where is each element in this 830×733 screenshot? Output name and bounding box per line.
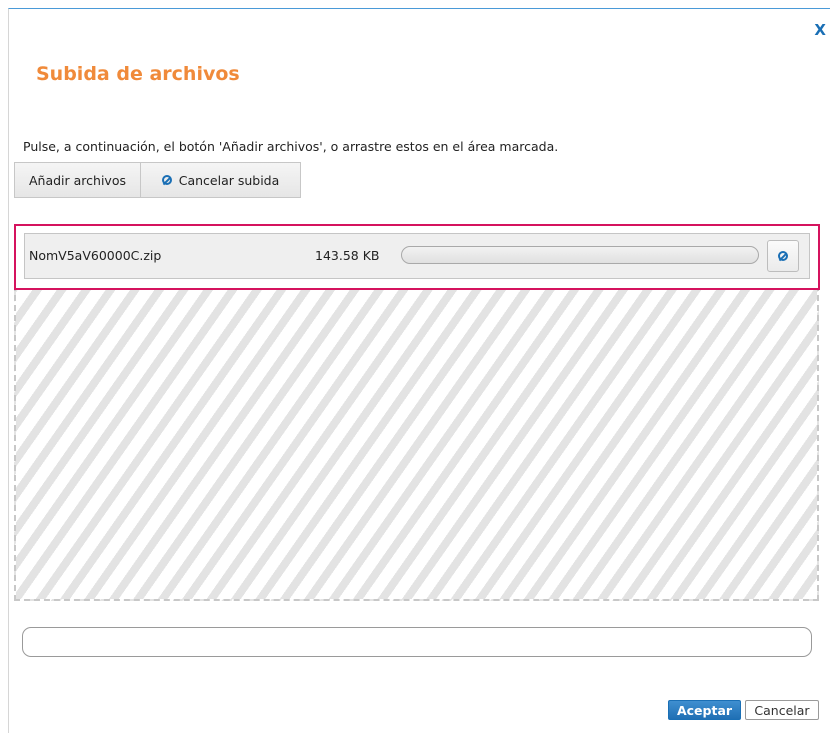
add-files-button[interactable]: Añadir archivos	[14, 162, 141, 198]
accept-button[interactable]: Aceptar	[668, 700, 741, 720]
accept-label: Aceptar	[676, 702, 733, 718]
file-list-highlight: NomV5aV60000C.zip 143.58 KB	[14, 224, 820, 290]
cancel-label: Cancelar	[754, 702, 810, 718]
cancel-upload-label: Cancelar subida	[178, 172, 280, 188]
file-name: NomV5aV60000C.zip	[29, 248, 162, 263]
instructions-text: Pulse, a continuación, el botón 'Añadir …	[23, 139, 559, 154]
close-button[interactable]: X	[814, 23, 826, 38]
upload-progress-bar	[401, 246, 759, 264]
overall-progress-bar	[22, 627, 812, 657]
add-files-label: Añadir archivos	[28, 172, 126, 188]
cancel-button[interactable]: Cancelar	[745, 700, 819, 720]
cancel-upload-button[interactable]: Cancelar subida	[140, 162, 301, 198]
dialog-title: Subida de archivos	[36, 63, 240, 85]
ban-icon	[161, 175, 172, 185]
ban-icon	[778, 251, 788, 261]
file-size: 143.58 KB	[315, 248, 380, 263]
cancel-file-button[interactable]	[767, 240, 799, 272]
file-row: NomV5aV60000C.zip 143.58 KB	[24, 233, 810, 279]
